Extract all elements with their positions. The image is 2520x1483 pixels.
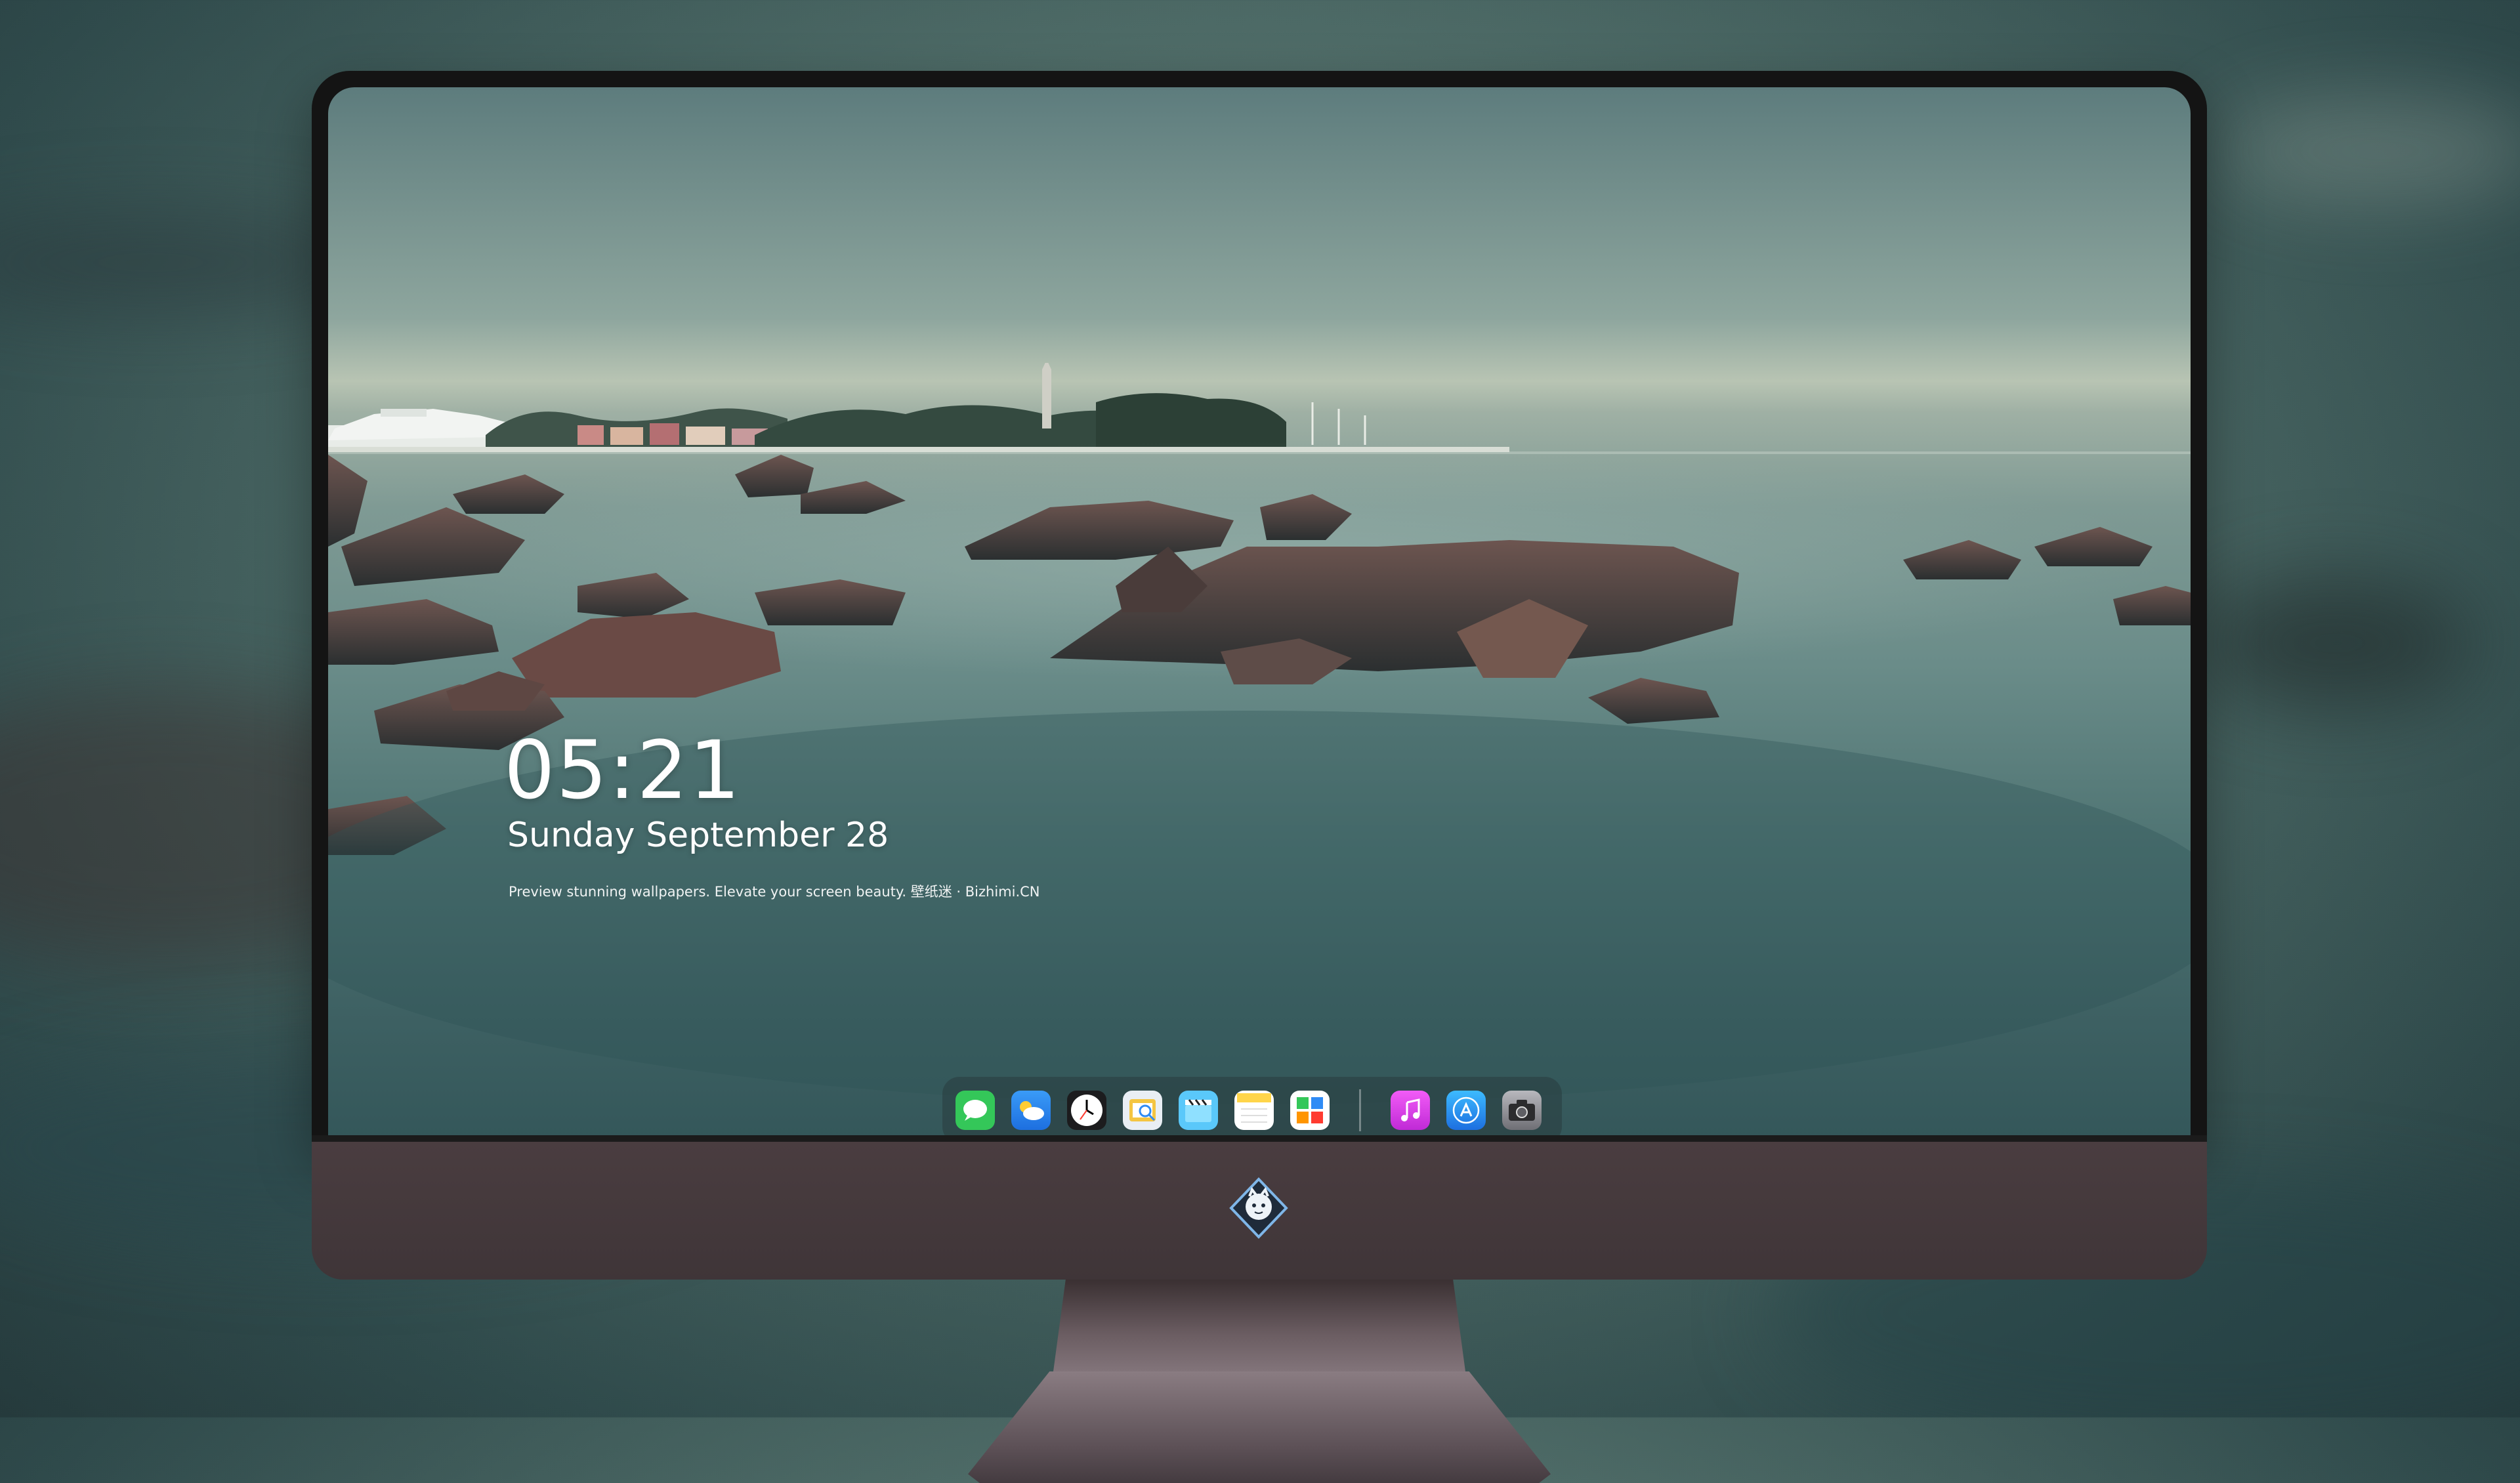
clock-icon[interactable]: [1067, 1091, 1106, 1130]
monitor-stand-neck: [1053, 1280, 1465, 1371]
wallpaper-tagline: Preview stunning wallpapers. Elevate you…: [509, 884, 1040, 900]
music-icon[interactable]: [1391, 1091, 1430, 1130]
photos-icon[interactable]: [1290, 1091, 1330, 1130]
monitor-stand-base: [968, 1371, 1551, 1483]
messages-icon[interactable]: [956, 1091, 995, 1130]
desktop-screen: 05:21 Sunday September 28 Preview stunni…: [328, 87, 2191, 1137]
wallpaper-rocks: [328, 442, 2191, 1104]
bizhimi-logo: [1229, 1177, 1288, 1239]
monitor: 05:21 Sunday September 28 Preview stunni…: [312, 71, 2207, 1483]
clips-icon[interactable]: [1179, 1091, 1218, 1130]
dock: [942, 1077, 1562, 1137]
notes-icon[interactable]: [1234, 1091, 1274, 1130]
preview-icon[interactable]: [1123, 1091, 1162, 1130]
app-store-icon[interactable]: [1446, 1091, 1486, 1130]
lock-date: Sunday September 28: [507, 816, 889, 855]
dock-separator: [1359, 1089, 1361, 1131]
weather-icon[interactable]: [1011, 1091, 1051, 1130]
lock-clock-time: 05:21: [504, 724, 742, 817]
camera-icon[interactable]: [1502, 1091, 1542, 1130]
